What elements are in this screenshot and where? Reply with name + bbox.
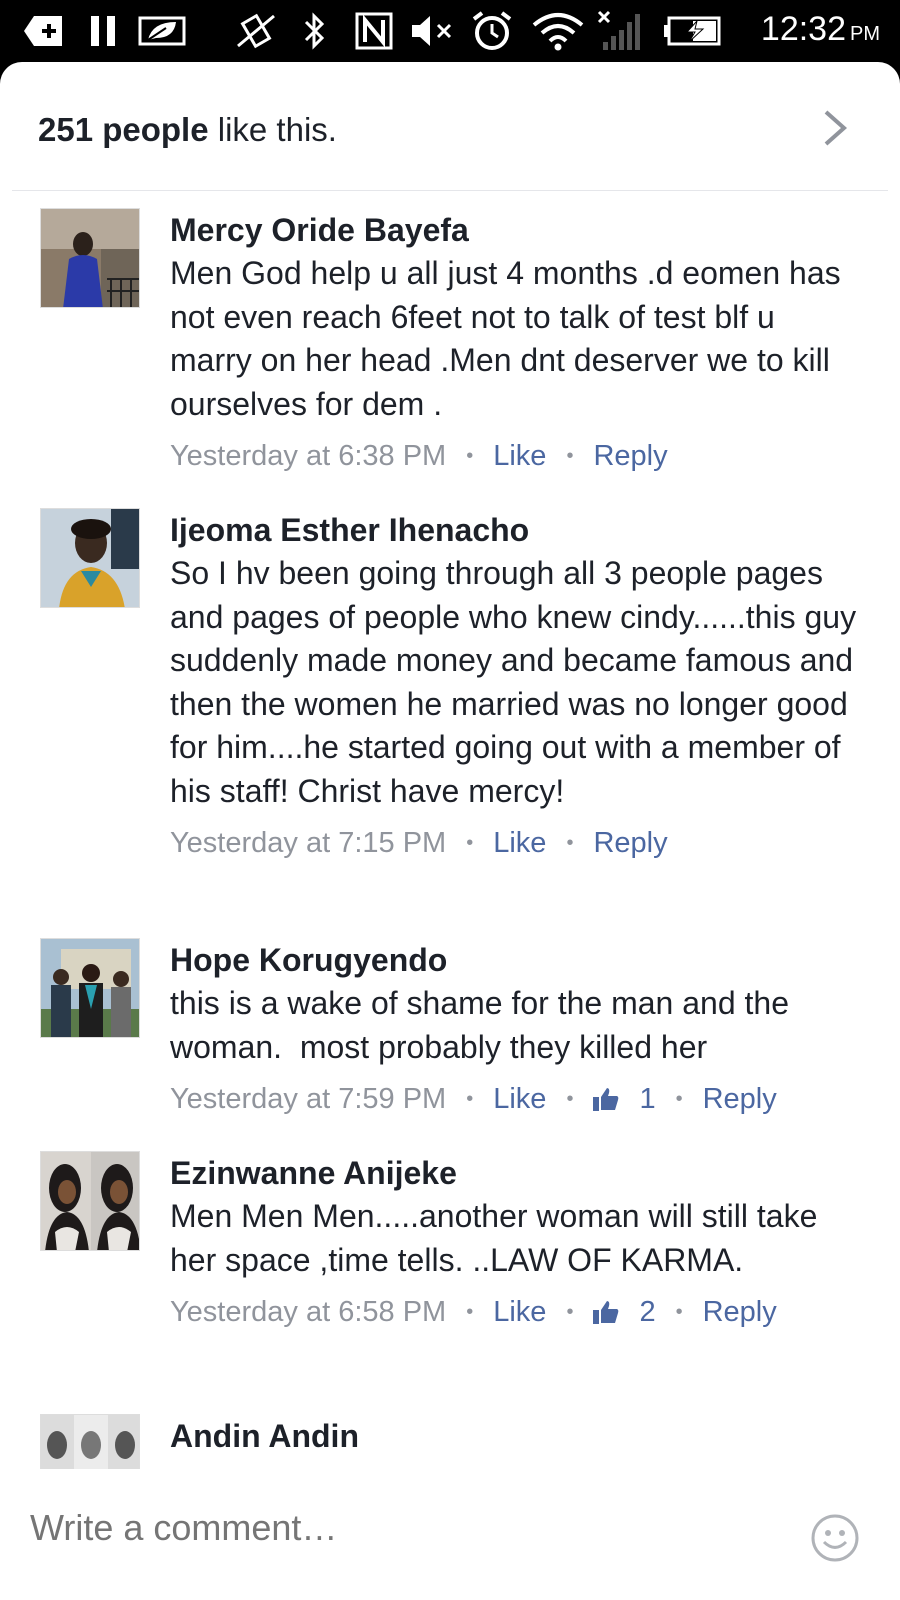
wifi-icon	[530, 12, 586, 51]
battery-charging-icon	[662, 12, 724, 50]
reply-button[interactable]: Reply	[703, 1077, 777, 1121]
comment-timestamp: Yesterday at 7:59 PM	[170, 1083, 447, 1115]
separator-dot: •	[466, 445, 474, 467]
reaction-count[interactable]: 1	[593, 1077, 656, 1121]
avatar[interactable]	[40, 508, 140, 608]
separator-dot: •	[566, 1301, 574, 1323]
comment-author[interactable]: Ijeoma Esther Ihenacho	[170, 508, 860, 552]
comment-text: Men Men Men.....another woman will still…	[170, 1198, 827, 1278]
avatar[interactable]	[40, 1414, 140, 1469]
nfc-icon	[354, 12, 394, 50]
like-button[interactable]: Like	[493, 1290, 546, 1334]
avatar[interactable]	[40, 208, 140, 308]
separator-dot: •	[675, 1088, 683, 1110]
bluetooth-icon	[300, 12, 330, 50]
comment-input[interactable]	[30, 1507, 730, 1549]
comments-sheet: 251 people like this. Mercy Oride Bayefa…	[0, 62, 900, 1600]
comment-text: So I hv been going through all 3 people …	[170, 555, 865, 809]
separator-dot: •	[466, 832, 474, 854]
chevron-right-icon[interactable]	[820, 108, 850, 148]
separator-dot: •	[566, 1088, 574, 1110]
likes-summary-row[interactable]: 251 people like this.	[0, 62, 900, 192]
separator-dot: •	[566, 832, 574, 854]
status-bar: 12:32 PM	[0, 0, 900, 62]
reaction-count-value: 2	[639, 1296, 656, 1328]
avatar[interactable]	[40, 938, 140, 1038]
comment-list: Mercy Oride Bayefa Men God help u all ju…	[0, 192, 900, 1469]
reaction-count-value: 1	[639, 1083, 656, 1115]
reply-button[interactable]: Reply	[593, 434, 667, 478]
comment-text: Men God help u all just 4 months .d eome…	[170, 255, 850, 422]
thumbs-up-icon	[593, 1088, 619, 1111]
avatar[interactable]	[40, 1151, 140, 1251]
comment-composer	[0, 1469, 900, 1600]
comment-timestamp: Yesterday at 6:38 PM	[170, 440, 447, 472]
comment-author[interactable]: Andin Andin	[170, 1414, 860, 1458]
reply-button[interactable]: Reply	[703, 1290, 777, 1334]
comment-meta: Yesterday at 6:38 PM • Like • Reply	[170, 434, 860, 478]
comment-item: Mercy Oride Bayefa Men God help u all ju…	[0, 208, 900, 478]
add-notification-icon	[22, 12, 66, 50]
comment-item: Hope Korugyendo this is a wake of shame …	[0, 938, 900, 1121]
signal-off-icon	[596, 10, 646, 50]
pause-icon	[88, 12, 118, 50]
separator-dot: •	[566, 445, 574, 467]
comment-item: Andin Andin	[0, 1414, 900, 1469]
smiley-icon[interactable]	[810, 1513, 860, 1563]
leaf-icon	[138, 12, 188, 50]
comment-timestamp: Yesterday at 7:15 PM	[170, 827, 447, 859]
like-button[interactable]: Like	[493, 434, 546, 478]
like-button[interactable]: Like	[493, 1077, 546, 1121]
mute-icon	[410, 12, 460, 50]
comment-item: Ijeoma Esther Ihenacho So I hv been goin…	[0, 508, 900, 865]
status-time: 12:32 PM	[760, 10, 880, 48]
comment-author[interactable]: Mercy Oride Bayefa	[170, 208, 860, 252]
divider	[12, 190, 888, 191]
comment-meta: Yesterday at 6:58 PM • Like • 2 • Reply	[170, 1290, 860, 1334]
thumbs-up-icon	[593, 1301, 619, 1324]
comment-author[interactable]: Hope Korugyendo	[170, 938, 860, 982]
alarm-icon	[470, 11, 514, 50]
like-button[interactable]: Like	[493, 821, 546, 865]
comment-text: this is a wake of shame for the man and …	[170, 985, 798, 1065]
likes-suffix: like this.	[208, 111, 337, 148]
likes-count: 251 people	[38, 111, 209, 148]
comment-item: Ezinwanne Anijeke Men Men Men.....anothe…	[0, 1151, 900, 1334]
comment-meta: Yesterday at 7:59 PM • Like • 1 • Reply	[170, 1077, 860, 1121]
separator-dot: •	[466, 1301, 474, 1323]
comment-author[interactable]: Ezinwanne Anijeke	[170, 1151, 860, 1195]
comment-timestamp: Yesterday at 6:58 PM	[170, 1296, 447, 1328]
reaction-count[interactable]: 2	[593, 1290, 656, 1334]
reply-button[interactable]: Reply	[593, 821, 667, 865]
separator-dot: •	[675, 1301, 683, 1323]
separator-dot: •	[466, 1088, 474, 1110]
likes-summary-text: 251 people like this.	[38, 111, 337, 149]
vibrate-off-icon	[234, 12, 278, 50]
comment-meta: Yesterday at 7:15 PM • Like • Reply	[170, 821, 860, 865]
